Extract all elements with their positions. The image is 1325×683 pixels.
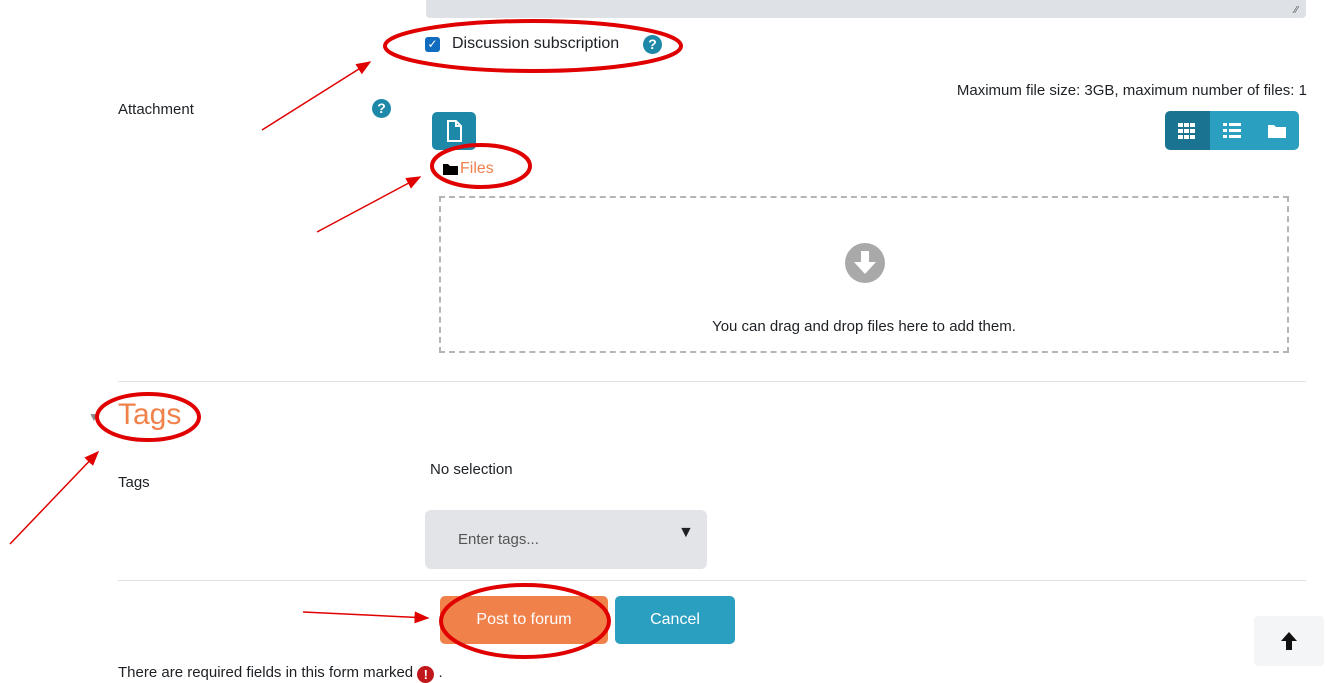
- download-arrow-icon: [845, 243, 885, 283]
- file-dropzone[interactable]: You can drag and drop files here to add …: [439, 196, 1289, 353]
- tags-field-label: Tags: [118, 474, 150, 491]
- list-view-button[interactable]: [1209, 111, 1255, 150]
- discussion-subscription-checkbox[interactable]: ✓: [425, 37, 440, 52]
- add-file-button[interactable]: [432, 112, 476, 150]
- folder-icon: [443, 164, 458, 175]
- grid-view-icon: [1178, 122, 1196, 139]
- arrow-up-icon: [1281, 632, 1297, 650]
- annotation-arrow: [302, 611, 430, 624]
- section-divider: [118, 381, 1306, 382]
- discussion-subscription-label: Discussion subscription: [452, 35, 620, 52]
- grid-view-button[interactable]: [1165, 111, 1210, 150]
- tree-view-button[interactable]: [1254, 111, 1299, 150]
- resize-grip-icon[interactable]: ⁄⁄: [1295, 5, 1298, 16]
- section-divider: [118, 580, 1306, 581]
- cancel-button[interactable]: Cancel: [615, 596, 735, 644]
- folder-icon: [1267, 125, 1286, 138]
- annotation-arrow: [316, 176, 422, 233]
- required-note-suffix: .: [438, 664, 443, 681]
- attachment-label: Attachment: [118, 101, 194, 118]
- back-to-top-button[interactable]: [1254, 616, 1324, 666]
- required-note-text: There are required fields in this form m…: [118, 664, 414, 681]
- tags-input-placeholder: Enter tags...: [458, 531, 539, 548]
- post-to-forum-button[interactable]: Post to forum: [440, 596, 608, 644]
- help-icon[interactable]: ?: [372, 99, 391, 118]
- exclamation-icon: !: [417, 666, 435, 683]
- list-view-icon: [1223, 122, 1241, 138]
- tags-input[interactable]: Enter tags... ▼: [425, 510, 707, 569]
- dropzone-text: You can drag and drop files here to add …: [712, 318, 1016, 335]
- help-icon[interactable]: ?: [643, 35, 662, 54]
- tags-selection-text: No selection: [430, 461, 513, 478]
- view-mode-group: [1165, 111, 1299, 150]
- tags-section-heading[interactable]: Tags: [118, 398, 181, 432]
- files-breadcrumb-link[interactable]: Files: [460, 160, 494, 178]
- max-file-info: Maximum file size: 3GB, maximum number o…: [956, 82, 1307, 99]
- message-textarea[interactable]: ⁄⁄: [426, 0, 1306, 18]
- annotation-arrow: [261, 61, 372, 131]
- file-icon: [447, 120, 462, 142]
- required-fields-note: There are required fields in this form m…: [118, 664, 443, 683]
- annotation-arrow: [9, 450, 100, 545]
- collapse-caret-icon[interactable]: ▼: [88, 410, 100, 424]
- dropdown-triangle-icon[interactable]: ▼: [678, 524, 694, 542]
